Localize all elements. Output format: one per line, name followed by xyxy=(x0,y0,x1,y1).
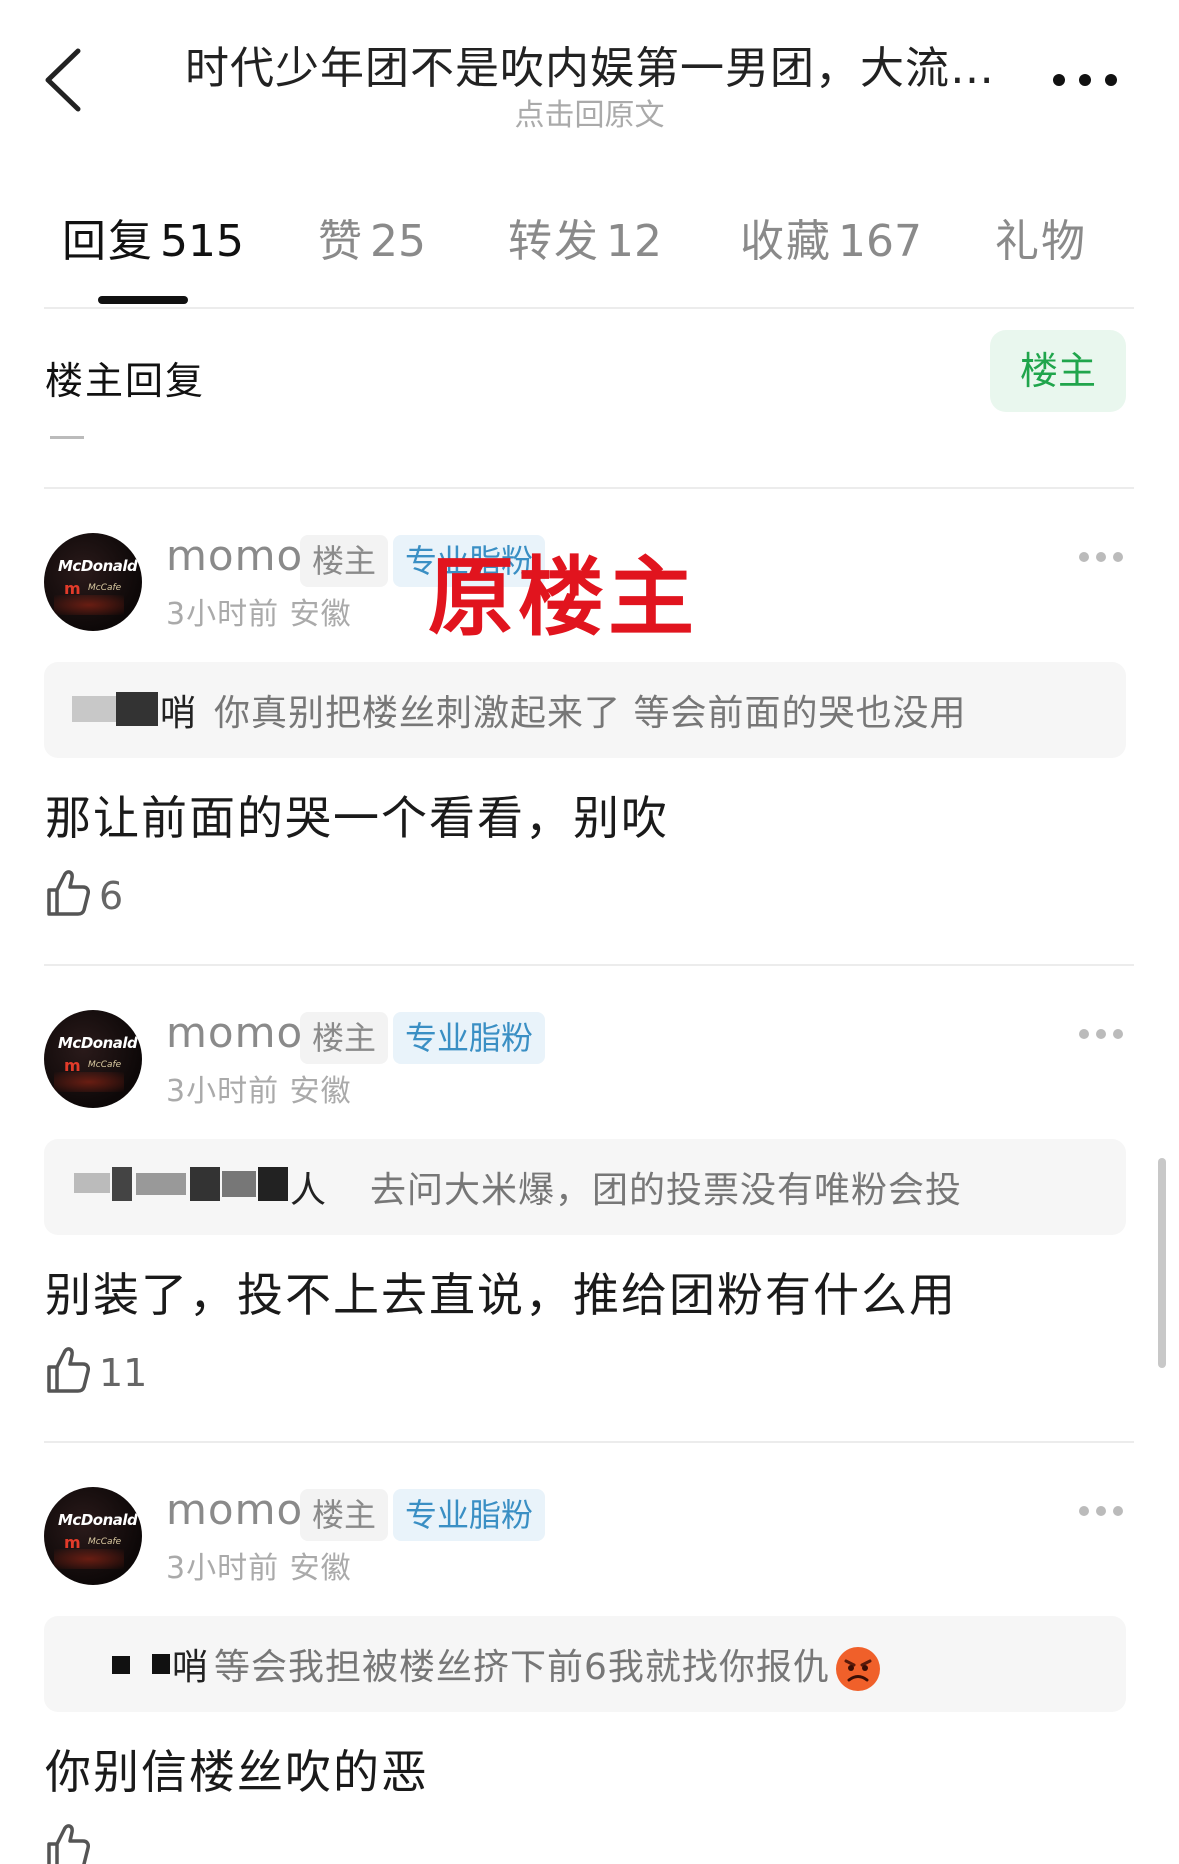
active-tab-indicator xyxy=(98,296,188,304)
quoted-comment[interactable]: 哨 你真别把楼丝刺激起来了 等会前面的哭也没用 xyxy=(44,662,1126,758)
quoted-comment[interactable]: 哨 等会我担被楼丝挤下前6我就找你报仇 xyxy=(44,1616,1126,1712)
avatar-logo-m: m xyxy=(64,579,81,598)
owner-badge: 楼主 xyxy=(300,535,389,587)
quoted-text: 等会我担被楼丝挤下前6我就找你报仇 xyxy=(214,1638,880,1691)
page: 时代少年团不是吹内娱第一男团，大流… 点击回原文 回复 515 赞 25 转发 12 … xyxy=(0,0,1179,1864)
comment-more-button[interactable] xyxy=(1076,1022,1126,1046)
avatar-logo-m: m xyxy=(64,1056,81,1075)
tab-count: 167 xyxy=(838,216,922,267)
tab-likes[interactable]: 赞 25 xyxy=(318,205,426,269)
like-button[interactable] xyxy=(45,1822,91,1864)
like-button[interactable]: 11 xyxy=(45,1345,147,1401)
avatar-logo-m: m xyxy=(64,1533,81,1552)
username[interactable]: momo xyxy=(166,531,303,580)
avatar-glow xyxy=(54,1072,124,1092)
divider xyxy=(44,1441,1134,1443)
tab-label: 回复 xyxy=(62,216,154,267)
quoted-username: 哨 xyxy=(160,693,197,734)
avatar-logo-text: McDonald xyxy=(58,1511,138,1529)
redacted-username xyxy=(112,1656,130,1674)
tab-bar: 回复 515 赞 25 转发 12 收藏 167 礼物 xyxy=(0,205,1179,305)
comment-more-button[interactable] xyxy=(1076,1499,1126,1523)
redacted-username xyxy=(222,1171,256,1197)
comment-meta: 3小时前 安徽 xyxy=(166,1551,352,1586)
quoted-text-content: 等会我担被楼丝挤下前6我就找你报仇 xyxy=(214,1647,830,1688)
original-poster-stamp: 原楼主 xyxy=(428,547,698,648)
avatar-logo-small: McCafe xyxy=(88,1060,122,1070)
tab-label: 礼物 xyxy=(995,216,1087,267)
avatar-glow xyxy=(54,1549,124,1569)
tab-gifts[interactable]: 礼物 xyxy=(995,205,1087,269)
quoted-text: 你真别把楼丝刺激起来了 等会前面的哭也没用 xyxy=(214,693,967,734)
quoted-comment[interactable]: 人 去问大米爆，团的投票没有唯粉会投 xyxy=(44,1139,1126,1235)
divider xyxy=(44,487,1134,489)
like-count: 6 xyxy=(99,874,124,918)
tab-replies[interactable]: 回复 515 xyxy=(62,205,244,269)
thumbs-up-icon xyxy=(47,870,90,916)
like-button[interactable]: 6 xyxy=(45,868,123,924)
redacted-username xyxy=(258,1167,288,1201)
divider xyxy=(44,964,1134,966)
tab-count: 25 xyxy=(370,216,426,267)
avatar-logo-text: McDonald xyxy=(58,557,138,575)
reply-text: 你别信楼丝吹的恶 xyxy=(45,1745,429,1799)
redacted-username xyxy=(112,1167,132,1201)
avatar[interactable]: McDonald m McCafe xyxy=(44,1010,142,1108)
angry-face-icon xyxy=(835,1647,880,1691)
owner-badge: 楼主 xyxy=(300,1012,389,1064)
fan-badge: 专业脂粉 xyxy=(393,1012,546,1064)
owner-badge: 楼主 xyxy=(300,1489,389,1541)
more-button[interactable] xyxy=(1050,60,1120,100)
reply-text: 别装了，投不上去直说，推给团粉有什么用 xyxy=(45,1268,957,1322)
username[interactable]: momo xyxy=(166,1485,303,1534)
tab-favorites[interactable]: 收藏 167 xyxy=(740,205,922,269)
tab-label: 收藏 xyxy=(740,216,832,267)
redacted-username xyxy=(136,1173,186,1195)
tab-label: 赞 xyxy=(318,216,364,267)
angry-face-icon xyxy=(836,1648,879,1690)
reply-text: 那让前面的哭一个看看，别吹 xyxy=(45,791,669,845)
avatar-logo-small: McCafe xyxy=(88,1537,122,1547)
quoted-text: 去问大米爆，团的投票没有唯粉会投 xyxy=(370,1170,963,1211)
thumbs-up-icon xyxy=(47,1347,90,1393)
more-horizontal-icon xyxy=(1053,74,1117,86)
divider xyxy=(44,307,1134,309)
avatar-logo-text: McDonald xyxy=(58,1034,138,1052)
tab-label: 转发 xyxy=(508,216,600,267)
tab-count: 12 xyxy=(606,216,662,267)
avatar[interactable]: McDonald m McCafe xyxy=(44,1487,142,1585)
redacted-username xyxy=(152,1654,170,1674)
quoted-username: 人 xyxy=(290,1170,327,1211)
back-to-original-link[interactable]: 点击回原文 xyxy=(0,90,1179,134)
more-horizontal-icon xyxy=(1079,552,1123,562)
tab-count: 515 xyxy=(160,216,244,267)
avatar[interactable]: McDonald m McCafe xyxy=(44,533,142,631)
top-bar: 时代少年团不是吹内娱第一男团，大流… 点击回原文 xyxy=(0,0,1179,150)
more-horizontal-icon xyxy=(1079,1506,1123,1516)
thumbs-up-icon xyxy=(47,1824,90,1864)
tab-reposts[interactable]: 转发 12 xyxy=(508,205,662,269)
more-horizontal-icon xyxy=(1079,1029,1123,1039)
fan-badge: 专业脂粉 xyxy=(393,1489,546,1541)
comment-more-button[interactable] xyxy=(1076,545,1126,569)
like-count: 11 xyxy=(99,1351,148,1395)
owner-filter-button[interactable]: 楼主 xyxy=(990,330,1126,412)
avatar-glow xyxy=(54,595,124,615)
redacted-username xyxy=(74,1173,110,1193)
scrollbar[interactable] xyxy=(1158,1158,1166,1368)
divider xyxy=(50,436,84,439)
section-title: 楼主回复 xyxy=(45,359,206,403)
redacted-username xyxy=(72,696,116,722)
avatar-logo-small: McCafe xyxy=(88,583,122,593)
redacted-username xyxy=(190,1167,220,1201)
redacted-username xyxy=(116,692,158,726)
comment-meta: 3小时前 安徽 xyxy=(166,1074,352,1109)
username[interactable]: momo xyxy=(166,1008,303,1057)
post-title[interactable]: 时代少年团不是吹内娱第一男团，大流… xyxy=(170,32,1010,96)
quoted-username: 哨 xyxy=(172,1647,209,1688)
comment-meta: 3小时前 安徽 xyxy=(166,597,352,632)
